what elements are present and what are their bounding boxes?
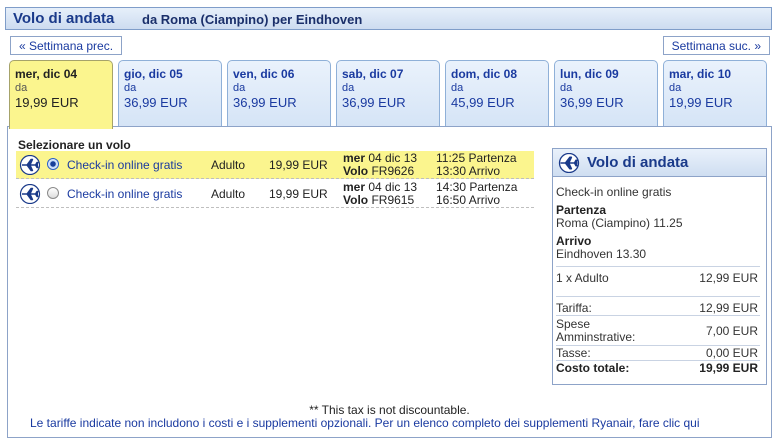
flight-date-block: mer 04 dic 13 Volo FR9615 — [343, 181, 417, 207]
summary-header: Volo di andata — [553, 149, 766, 177]
prev-week-button[interactable]: « Settimana prec. — [10, 36, 123, 55]
flight-row[interactable]: Check-in online gratis Adulto 19,99 EUR … — [16, 151, 534, 179]
flight-radio[interactable] — [47, 158, 59, 170]
select-flight-heading: Selezionare un volo — [18, 138, 131, 152]
summary-divider — [556, 315, 760, 316]
day-tab-date: ven, dic 06 — [233, 67, 295, 81]
flight-row[interactable]: Check-in online gratis Adulto 19,99 EUR … — [16, 180, 534, 208]
summary-tax-value: 0,00 EUR — [705, 346, 758, 360]
flight-label: Volo — [343, 193, 369, 207]
flight-label: Volo — [343, 164, 369, 178]
day-tab-from-label: da — [669, 82, 682, 94]
next-week-button[interactable]: Settimana suc. » — [662, 36, 770, 55]
row-divider — [16, 178, 534, 179]
summary-total-label: Costo totale: — [556, 361, 630, 375]
day-tab-from-label: da — [15, 82, 28, 94]
route-subtitle: da Roma (Ciampino) per Eindhoven — [142, 12, 363, 27]
summary-departure-value: Roma (Ciampino) 11.25 — [556, 216, 683, 230]
day-tab-from-label: da — [451, 82, 464, 94]
flight-radio[interactable] — [47, 187, 59, 199]
day-tab-date: dom, dic 08 — [451, 67, 518, 81]
fare-price: 19,99 EUR — [269, 187, 328, 201]
arrival-time: 16:50 Arrivo — [436, 193, 501, 207]
summary-admin-label: Spese — [556, 317, 591, 331]
day-tab-price: 36,99 EUR — [124, 95, 188, 110]
supplements-link[interactable]: Le tariffe indicate non includono i cost… — [30, 416, 700, 430]
day-tab-2[interactable]: ven, dic 06 da 36,99 EUR — [227, 60, 331, 127]
summary-total-value: 19,99 EUR — [699, 361, 758, 375]
day-tab-date: mer, dic 04 — [15, 67, 78, 81]
day-tab-price: 36,99 EUR — [342, 95, 406, 110]
day-tab-price: 19,99 EUR — [669, 95, 733, 110]
page-title: Volo di andata — [13, 10, 115, 27]
flight-number: FR9626 — [371, 164, 415, 178]
airplane-icon — [19, 184, 41, 204]
fare-summary-box: Volo di andata Check-in online gratis Pa… — [552, 148, 767, 385]
airplane-icon — [19, 155, 41, 175]
day-tab-4[interactable]: dom, dic 08 da 45,99 EUR — [445, 60, 549, 127]
summary-admin-value: 7,00 EUR — [705, 324, 758, 338]
day-tab-price: 45,99 EUR — [451, 95, 515, 110]
day-tab-6[interactable]: mar, dic 10 da 19,99 EUR — [663, 60, 767, 127]
day-tab-date: mar, dic 10 — [669, 67, 732, 81]
day-tab-from-label: da — [560, 82, 573, 94]
summary-title: Volo di andata — [587, 154, 689, 171]
arrival-time: 13:30 Arrivo — [436, 164, 501, 178]
flight-date: 04 dic 13 — [368, 180, 418, 194]
summary-tax-label: Tasse: — [556, 346, 591, 360]
flight-times: 11:25 Partenza 13:30 Arrivo — [436, 152, 517, 178]
day-tab-from-label: da — [124, 82, 137, 94]
flight-number: FR9615 — [371, 193, 415, 207]
flight-weekday: mer — [343, 180, 366, 194]
flight-times: 14:30 Partenza 16:50 Arrivo — [436, 181, 517, 207]
day-tab-date: sab, dic 07 — [342, 67, 404, 81]
day-tab-from-label: da — [342, 82, 355, 94]
summary-pax-value: 12,99 EUR — [699, 271, 758, 285]
flight-date-block: mer 04 dic 13 Volo FR9626 — [343, 152, 417, 178]
flight-weekday: mer — [343, 151, 366, 165]
summary-pax-label: 1 x Adulto — [556, 271, 609, 285]
summary-divider — [556, 296, 760, 297]
summary-arrival-label: Arrivo — [556, 234, 592, 248]
day-tab-date: lun, dic 09 — [560, 67, 619, 81]
day-tab-from-label: da — [233, 82, 246, 94]
passenger-type: Adulto — [211, 158, 246, 172]
summary-admin-label-2: Amminstrative: — [556, 330, 636, 344]
page-header: Volo di andata da Roma (Ciampino) per Ei… — [5, 7, 772, 30]
tax-note: ** This tax is not discountable. — [309, 403, 470, 417]
day-tab-date: gio, dic 05 — [124, 67, 183, 81]
summary-arrival-value: Eindhoven 13.30 — [556, 247, 647, 261]
summary-divider — [556, 266, 760, 267]
fare-type-link[interactable]: Check-in online gratis — [67, 187, 182, 201]
day-tab-5[interactable]: lun, dic 09 da 36,99 EUR — [554, 60, 658, 127]
day-tab-price: 36,99 EUR — [560, 95, 624, 110]
day-tab-price: 36,99 EUR — [233, 95, 297, 110]
day-tab-price: 19,99 EUR — [15, 95, 79, 110]
airplane-circle-icon — [558, 153, 580, 173]
passenger-type: Adulto — [211, 187, 246, 201]
day-tab-3[interactable]: sab, dic 07 da 36,99 EUR — [336, 60, 440, 127]
summary-fare-label: Tariffa: — [556, 301, 592, 315]
summary-departure-label: Partenza — [556, 203, 607, 217]
day-tab-1[interactable]: gio, dic 05 da 36,99 EUR — [118, 60, 222, 127]
fare-price: 19,99 EUR — [269, 158, 328, 172]
summary-fare-value: 12,99 EUR — [699, 301, 758, 315]
summary-fare-type: Check-in online gratis — [556, 185, 672, 199]
fare-type-link[interactable]: Check-in online gratis — [67, 158, 182, 172]
row-divider — [16, 207, 534, 208]
day-tab-0[interactable]: mer, dic 04 da 19,99 EUR — [9, 60, 113, 129]
flight-date: 04 dic 13 — [368, 151, 418, 165]
